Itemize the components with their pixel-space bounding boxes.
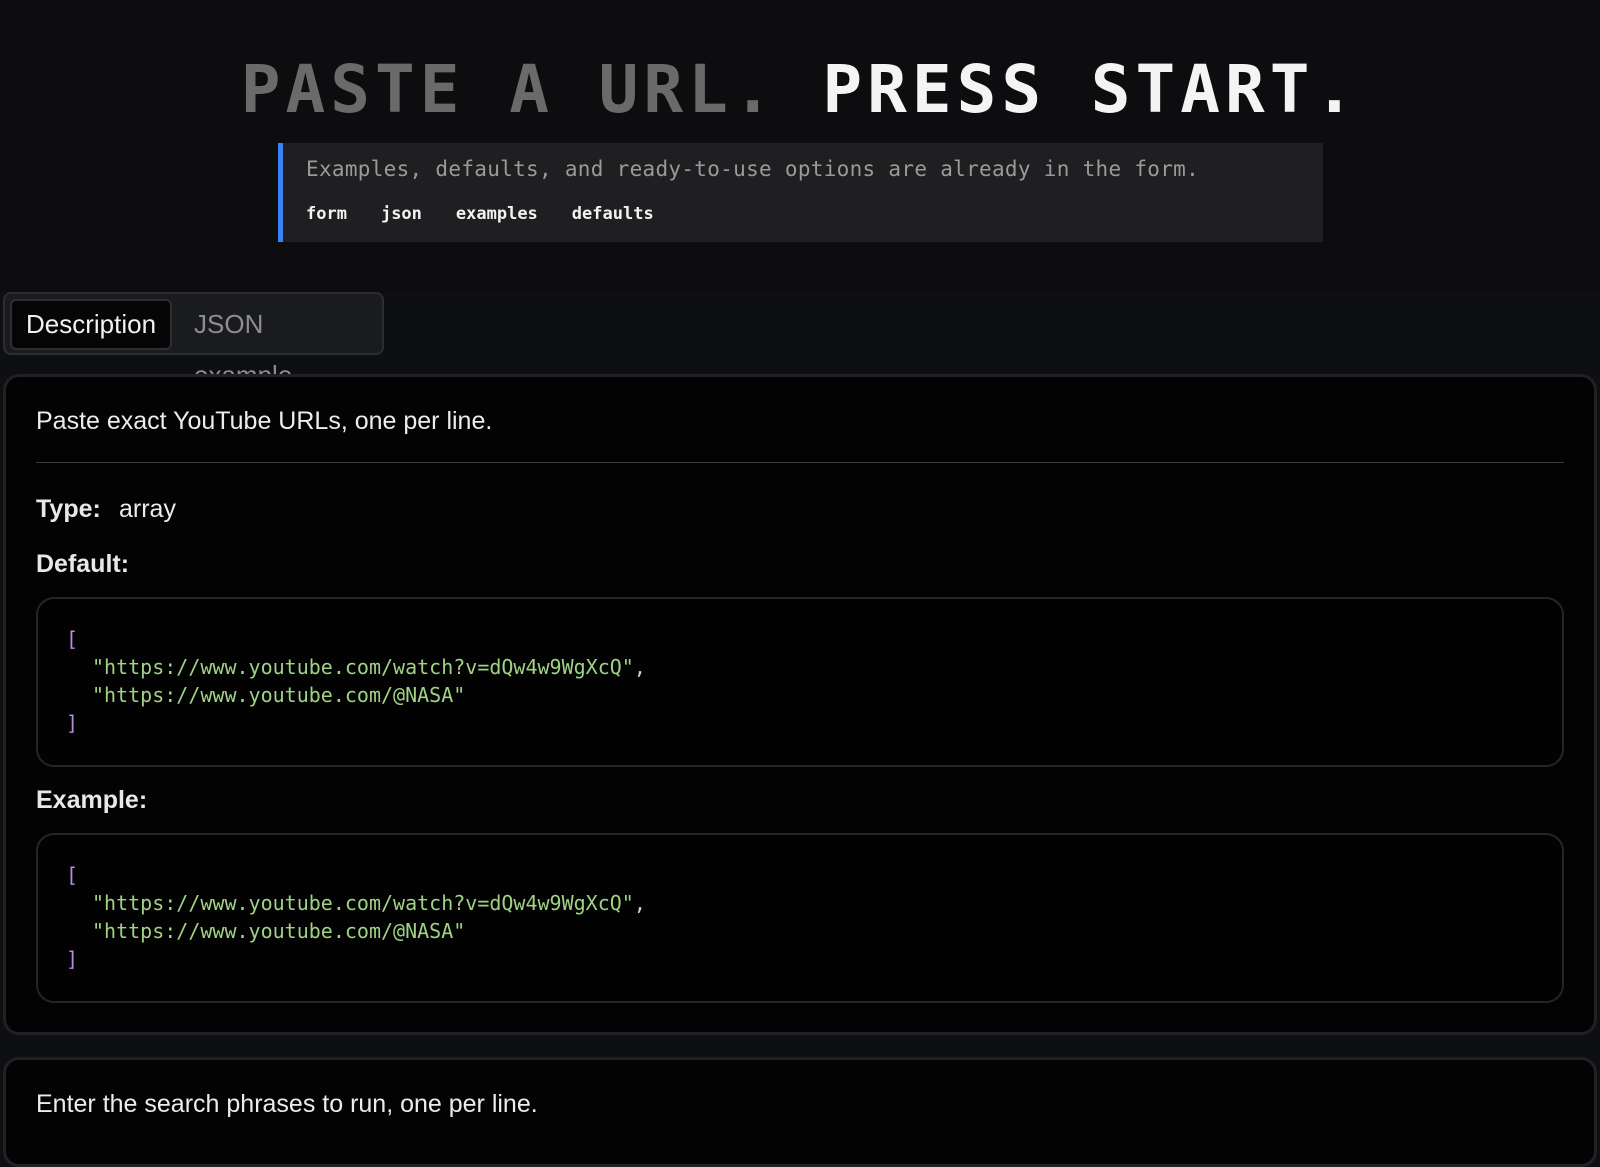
hero-title-dim: PASTE A URL.	[240, 51, 778, 128]
callout-text: Examples, defaults, and ready-to-use opt…	[306, 157, 1200, 181]
default-code-block: [ "https://www.youtube.com/watch?v=dQw4w…	[36, 597, 1564, 767]
tag-defaults: defaults	[571, 204, 654, 224]
code-line: "https://www.youtube.com/@NASA"	[92, 683, 466, 707]
hero-title: PASTE A URL. PRESS START.	[0, 48, 1600, 132]
code-open-bracket: [	[66, 863, 79, 887]
field-description: Enter the search phrases to run, one per…	[36, 1090, 538, 1118]
type-value: array	[119, 495, 176, 523]
tab-bar: Description JSON example	[3, 292, 384, 390]
field-description: Paste exact YouTube URLs, one per line.	[36, 407, 493, 435]
example-code: [ "https://www.youtube.com/watch?v=dQw4w…	[66, 861, 646, 973]
tag-examples: examples	[455, 204, 538, 224]
type-label: Type:	[36, 495, 101, 523]
tag-form: form	[306, 204, 347, 224]
code-line: "https://www.youtube.com/@NASA"	[92, 919, 466, 943]
code-close-bracket: ]	[66, 711, 79, 735]
example-code-block: [ "https://www.youtube.com/watch?v=dQw4w…	[36, 833, 1564, 1003]
code-open-bracket: [	[66, 627, 79, 651]
tab-json-example[interactable]: JSON example	[180, 299, 382, 390]
hero-section: PASTE A URL. PRESS START. Examples, defa…	[0, 0, 1600, 292]
field-card-urls: Paste exact YouTube URLs, one per line. …	[3, 374, 1597, 1035]
code-close-bracket: ]	[66, 947, 79, 971]
example-label: Example:	[36, 786, 148, 814]
tag-json: json	[380, 204, 422, 224]
hero-callout: Examples, defaults, and ready-to-use opt…	[278, 143, 1323, 242]
callout-tags: form json examples defaults	[306, 204, 654, 224]
divider	[36, 462, 1564, 463]
code-line: "https://www.youtube.com/watch?v=dQw4w9W…	[92, 655, 646, 679]
hero-title-bright: PRESS START.	[822, 51, 1360, 128]
code-line: "https://www.youtube.com/watch?v=dQw4w9W…	[92, 891, 646, 915]
field-card-search-phrases: Enter the search phrases to run, one per…	[3, 1057, 1597, 1167]
tab-description[interactable]: Description	[10, 299, 173, 350]
default-label: Default:	[36, 550, 130, 578]
default-code: [ "https://www.youtube.com/watch?v=dQw4w…	[66, 625, 646, 737]
